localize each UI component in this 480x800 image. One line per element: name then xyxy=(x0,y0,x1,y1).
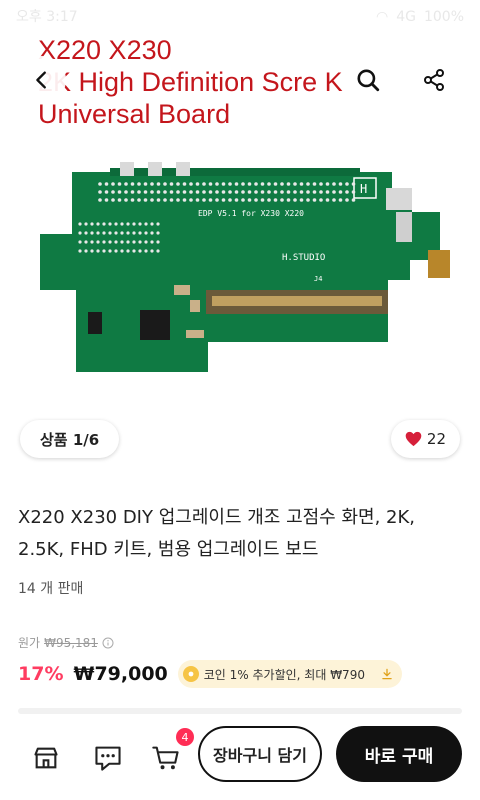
price-row: 17% ₩79,000 코인 1% 추가할인, 최대 ₩790 xyxy=(18,660,402,688)
store-icon xyxy=(34,747,58,769)
sale-price: ₩79,000 xyxy=(73,663,168,685)
chat-icon xyxy=(95,746,121,771)
section-divider xyxy=(18,708,462,714)
sold-count: 14 개 판매 xyxy=(18,581,84,597)
status-signal: 4G xyxy=(396,9,416,25)
original-price: ₩95,181 xyxy=(44,635,98,650)
product-title: X220 X230 DIY 업그레이드 개조 고점수 화면, 2K, 2.5K,… xyxy=(18,507,416,560)
pcb-board-label: EDP V5.1 for X230 X220 xyxy=(198,209,304,218)
like-button[interactable]: 22 xyxy=(390,420,460,458)
search-icon xyxy=(357,69,380,92)
original-price-row: 원가 ₩95,181 xyxy=(18,634,114,651)
buy-now-button[interactable]: 바로 구매 xyxy=(336,726,462,782)
download-icon xyxy=(382,668,392,680)
original-price-label: 원가 xyxy=(18,636,41,650)
share-button[interactable] xyxy=(410,56,458,104)
status-bar: 오후 3:17 ◠ 4G 100% xyxy=(16,6,464,28)
cart-badge: 4 xyxy=(176,728,194,746)
info-icon[interactable] xyxy=(102,637,114,649)
coin-discount-text: 코인 1% 추가할인, 최대 ₩790 xyxy=(203,667,365,682)
cart-button[interactable] xyxy=(150,742,182,774)
search-button[interactable] xyxy=(344,56,392,104)
like-count: 22 xyxy=(426,430,446,448)
cart-icon xyxy=(152,746,179,770)
pcb-studio-label: H.STUDIO xyxy=(282,253,325,263)
chevron-left-icon xyxy=(36,71,46,89)
chat-button[interactable] xyxy=(92,742,124,774)
status-time: 오후 3:17 xyxy=(16,9,78,25)
battery-status: 100% xyxy=(423,9,464,25)
product-image[interactable]: 오후 3:17 ◠ 4G 100% X220 X230 2K High Defi… xyxy=(0,0,480,478)
image-pager: 상품 1/6 xyxy=(20,420,120,458)
share-icon xyxy=(424,69,444,91)
coin-discount-badge[interactable]: 코인 1% 추가할인, 최대 ₩790 xyxy=(177,660,402,688)
bottom-action-bar: 4 장바구니 담기 바로 구매 xyxy=(0,716,480,800)
coin-icon xyxy=(182,666,199,682)
store-button[interactable] xyxy=(30,742,62,774)
wifi-icon: ◠ xyxy=(375,9,389,25)
heart-icon xyxy=(405,431,422,447)
discount-rate: 17% xyxy=(18,663,64,685)
back-button[interactable] xyxy=(18,56,66,104)
pcb-logo: H xyxy=(360,182,367,196)
add-to-cart-button[interactable]: 장바구니 담기 xyxy=(198,726,322,782)
pcb-j4-label: J4 xyxy=(314,275,322,283)
pcb-board-image: H EDP V5.1 for X230 X220 H.STUDIO J4 xyxy=(40,162,450,372)
image-title-text: X220 X230 2K High Definition Scre K Univ… xyxy=(38,35,343,129)
